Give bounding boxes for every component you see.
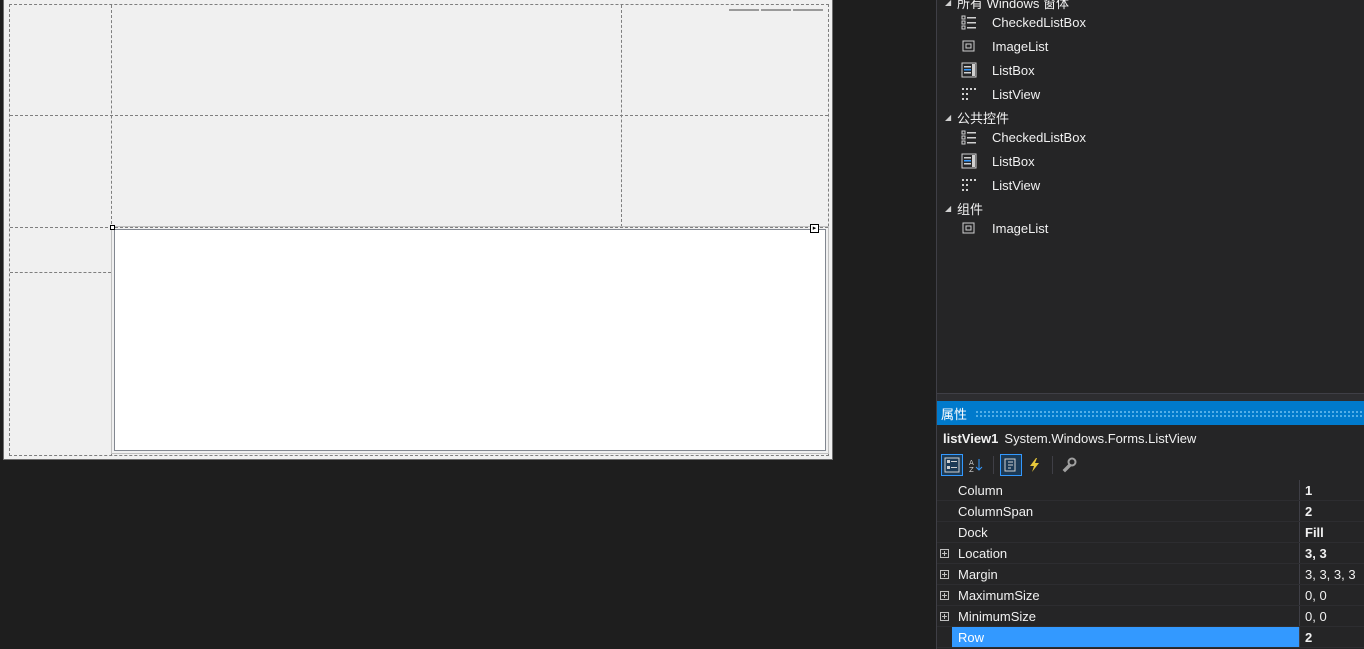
form-surface[interactable]: ▸ (3, 0, 833, 460)
collapse-arrow-icon[interactable]: ◢ (945, 204, 957, 213)
toolbar-separator (993, 456, 994, 474)
alphabetical-icon[interactable]: AZ (965, 454, 987, 476)
property-name[interactable]: MaximumSize (952, 585, 1299, 605)
property-row[interactable]: Location 3, 3 (937, 543, 1364, 564)
property-row[interactable]: Dock Fill (937, 522, 1364, 543)
property-name[interactable]: Column (952, 480, 1299, 500)
row-gutter (937, 522, 952, 542)
property-name[interactable]: Row (952, 627, 1299, 647)
toolbox-item-label: CheckedListBox (992, 14, 1086, 30)
form-title-buttons (729, 0, 829, 11)
categorized-icon[interactable] (941, 454, 963, 476)
property-row[interactable]: ColumnSpan 2 (937, 501, 1364, 522)
toolbox-item-label: ListBox (992, 62, 1035, 78)
property-name[interactable]: Location (952, 543, 1299, 563)
property-row[interactable]: Margin 3, 3, 3, 3 (937, 564, 1364, 585)
toolbox-item[interactable]: ListView (961, 83, 1040, 105)
toolbar-separator (1052, 456, 1053, 474)
grid-row-divider (10, 227, 828, 228)
row-gutter (937, 480, 952, 500)
toolbox-group-label: 所有 Windows 窗体 (957, 0, 1069, 11)
property-value[interactable]: 2 (1299, 501, 1364, 521)
toolbox-item[interactable]: ImageList (961, 35, 1048, 57)
property-name[interactable]: Margin (952, 564, 1299, 584)
property-grid: Column 1 ColumnSpan 2 Dock Fill Location 3, 3 Ma… (937, 480, 1364, 648)
imagelist-icon (961, 38, 977, 54)
panel-splitter[interactable] (937, 393, 1364, 401)
property-value[interactable]: 3, 3 (1299, 543, 1364, 563)
toolbox-item-label: ImageList (992, 220, 1049, 236)
selection-handle[interactable] (110, 225, 115, 230)
toolbox-group-label: 公共控件 (957, 110, 1010, 126)
smart-tag-glyph[interactable]: ▸ (810, 224, 819, 233)
properties-title-bar: 属性 (937, 401, 1364, 425)
property-name[interactable]: MinimumSize (952, 606, 1299, 626)
property-row[interactable]: Column 1 (937, 480, 1364, 501)
toolbox-item[interactable]: ListBox (961, 59, 1035, 81)
grid-row-divider (10, 115, 828, 116)
listview-icon (961, 177, 977, 193)
property-value[interactable]: 0, 0 (1299, 606, 1364, 626)
expand-icon[interactable] (937, 606, 952, 626)
properties-icon[interactable] (1000, 454, 1022, 476)
property-value[interactable]: 0, 0 (1299, 585, 1364, 605)
toolbox-item[interactable]: CheckedListBox (961, 126, 1086, 148)
toolbox-item-label: CheckedListBox (992, 129, 1086, 145)
toolbox-item[interactable]: ListBox (961, 150, 1035, 172)
object-name: listView1 (943, 431, 999, 446)
toolbox-group-header[interactable]: ◢ 公共控件 (945, 107, 1009, 127)
properties-title: 属性 (941, 406, 968, 422)
property-value[interactable]: 1 (1299, 480, 1364, 500)
listview-control[interactable] (111, 226, 829, 454)
row-gutter (937, 627, 952, 647)
property-value[interactable]: 3, 3, 3, 3 (1299, 564, 1364, 584)
toolbox: ◢ 所有 Windows 窗体 CheckedListBox ImageList Lis… (937, 0, 1364, 393)
toolbox-group-header[interactable]: ◢ 组件 (945, 198, 983, 218)
grid-row-divider (10, 272, 111, 273)
expand-icon[interactable] (937, 543, 952, 563)
toolbox-item-label: ListBox (992, 153, 1035, 169)
row-gutter (937, 501, 952, 521)
checkedlistbox-icon (961, 129, 977, 145)
checkedlistbox-icon (961, 14, 977, 30)
object-type: System.Windows.Forms.ListView (1004, 431, 1197, 446)
toolbox-item[interactable]: CheckedListBox (961, 11, 1086, 33)
toolbox-item-label: ListView (992, 86, 1041, 102)
listbox-icon (961, 153, 977, 169)
toolbox-item-label: ListView (992, 177, 1041, 193)
listview-icon (961, 86, 977, 102)
expand-icon[interactable] (937, 585, 952, 605)
designer-surface: ▸ (0, 0, 932, 649)
object-selector[interactable]: listView1 System.Windows.Forms.ListView (937, 425, 1364, 452)
expand-icon[interactable] (937, 564, 952, 584)
collapse-arrow-icon[interactable]: ◢ (945, 0, 957, 7)
property-pages-icon[interactable] (1059, 454, 1081, 476)
property-row[interactable]: Row 2 (937, 627, 1364, 648)
title-bar-grip (975, 409, 1363, 417)
properties-window: 属性 listView1 System.Windows.Forms.ListVi… (937, 401, 1364, 649)
svg-text:Z: Z (969, 466, 974, 473)
toolbox-group-label: 组件 (957, 201, 984, 217)
events-icon[interactable] (1024, 454, 1046, 476)
properties-toolbar: AZ (937, 452, 1364, 478)
listbox-icon (961, 62, 977, 78)
property-name[interactable]: Dock (952, 522, 1299, 542)
grid-column-divider (621, 5, 622, 227)
grid-column-divider (111, 5, 112, 455)
property-row[interactable]: MinimumSize 0, 0 (937, 606, 1364, 627)
property-value[interactable]: 2 (1299, 627, 1364, 647)
toolbox-item[interactable]: ListView (961, 174, 1040, 196)
right-panel: ◢ 所有 Windows 窗体 CheckedListBox ImageList Lis… (936, 0, 1364, 649)
collapse-arrow-icon[interactable]: ◢ (945, 113, 957, 122)
toolbox-item[interactable]: ImageList (961, 217, 1048, 239)
property-value[interactable]: Fill (1299, 522, 1364, 542)
toolbox-item-label: ImageList (992, 38, 1049, 54)
imagelist-icon (961, 220, 977, 236)
property-row[interactable]: MaximumSize 0, 0 (937, 585, 1364, 606)
property-name[interactable]: ColumnSpan (952, 501, 1299, 521)
